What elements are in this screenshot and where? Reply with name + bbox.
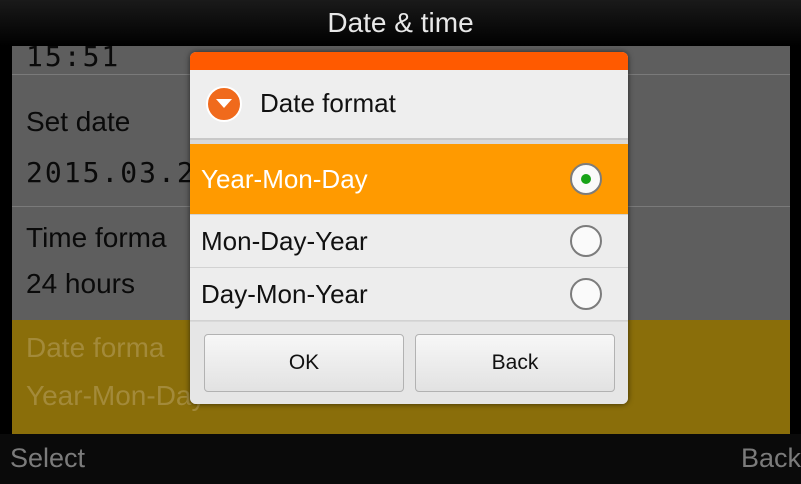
radio-dot [581,174,591,184]
set-date-label[interactable]: Set date [26,106,130,138]
divider [190,138,628,140]
back-button[interactable]: Back [415,334,615,392]
option-mon-day-year[interactable]: Mon-Day-Year [190,215,628,268]
time-format-value: 24 hours [26,268,135,299]
option-label: Year-Mon-Day [201,163,368,194]
dialog-title: Date format [260,88,396,118]
radio-selected-icon[interactable] [570,163,602,195]
dialog-accent-bar [190,52,628,70]
dialog-header: Date format [190,70,628,138]
date-format-label: Date forma [26,332,165,363]
option-list: Year-Mon-Day Mon-Day-Year Day-Mon-Year [190,144,628,321]
option-year-mon-day[interactable]: Year-Mon-Day [190,144,628,215]
radio-unselected-icon[interactable] [570,225,602,257]
time-value: 15:51 [26,46,121,73]
select-softkey[interactable]: Select [10,443,85,474]
option-day-mon-year[interactable]: Day-Mon-Year [190,268,628,321]
softkey-bar: Select Back [0,434,801,484]
time-format-label[interactable]: Time forma [26,222,167,254]
title-bar: Date & time [0,0,801,46]
chevron-down-icon [206,86,242,122]
option-label: Mon-Day-Year [201,225,368,256]
dialog-button-row: OK Back [190,322,628,404]
date-format-value: Year-Mon-Day [26,380,206,411]
back-softkey[interactable]: Back [741,443,801,474]
radio-unselected-icon[interactable] [570,278,602,310]
ok-button[interactable]: OK [204,334,404,392]
date-value: 2015.03.2 [26,156,196,189]
page-title: Date & time [327,7,474,38]
option-label: Day-Mon-Year [201,278,368,309]
date-format-dialog: Date format Year-Mon-Day Mon-Day-Year Da… [190,52,628,404]
